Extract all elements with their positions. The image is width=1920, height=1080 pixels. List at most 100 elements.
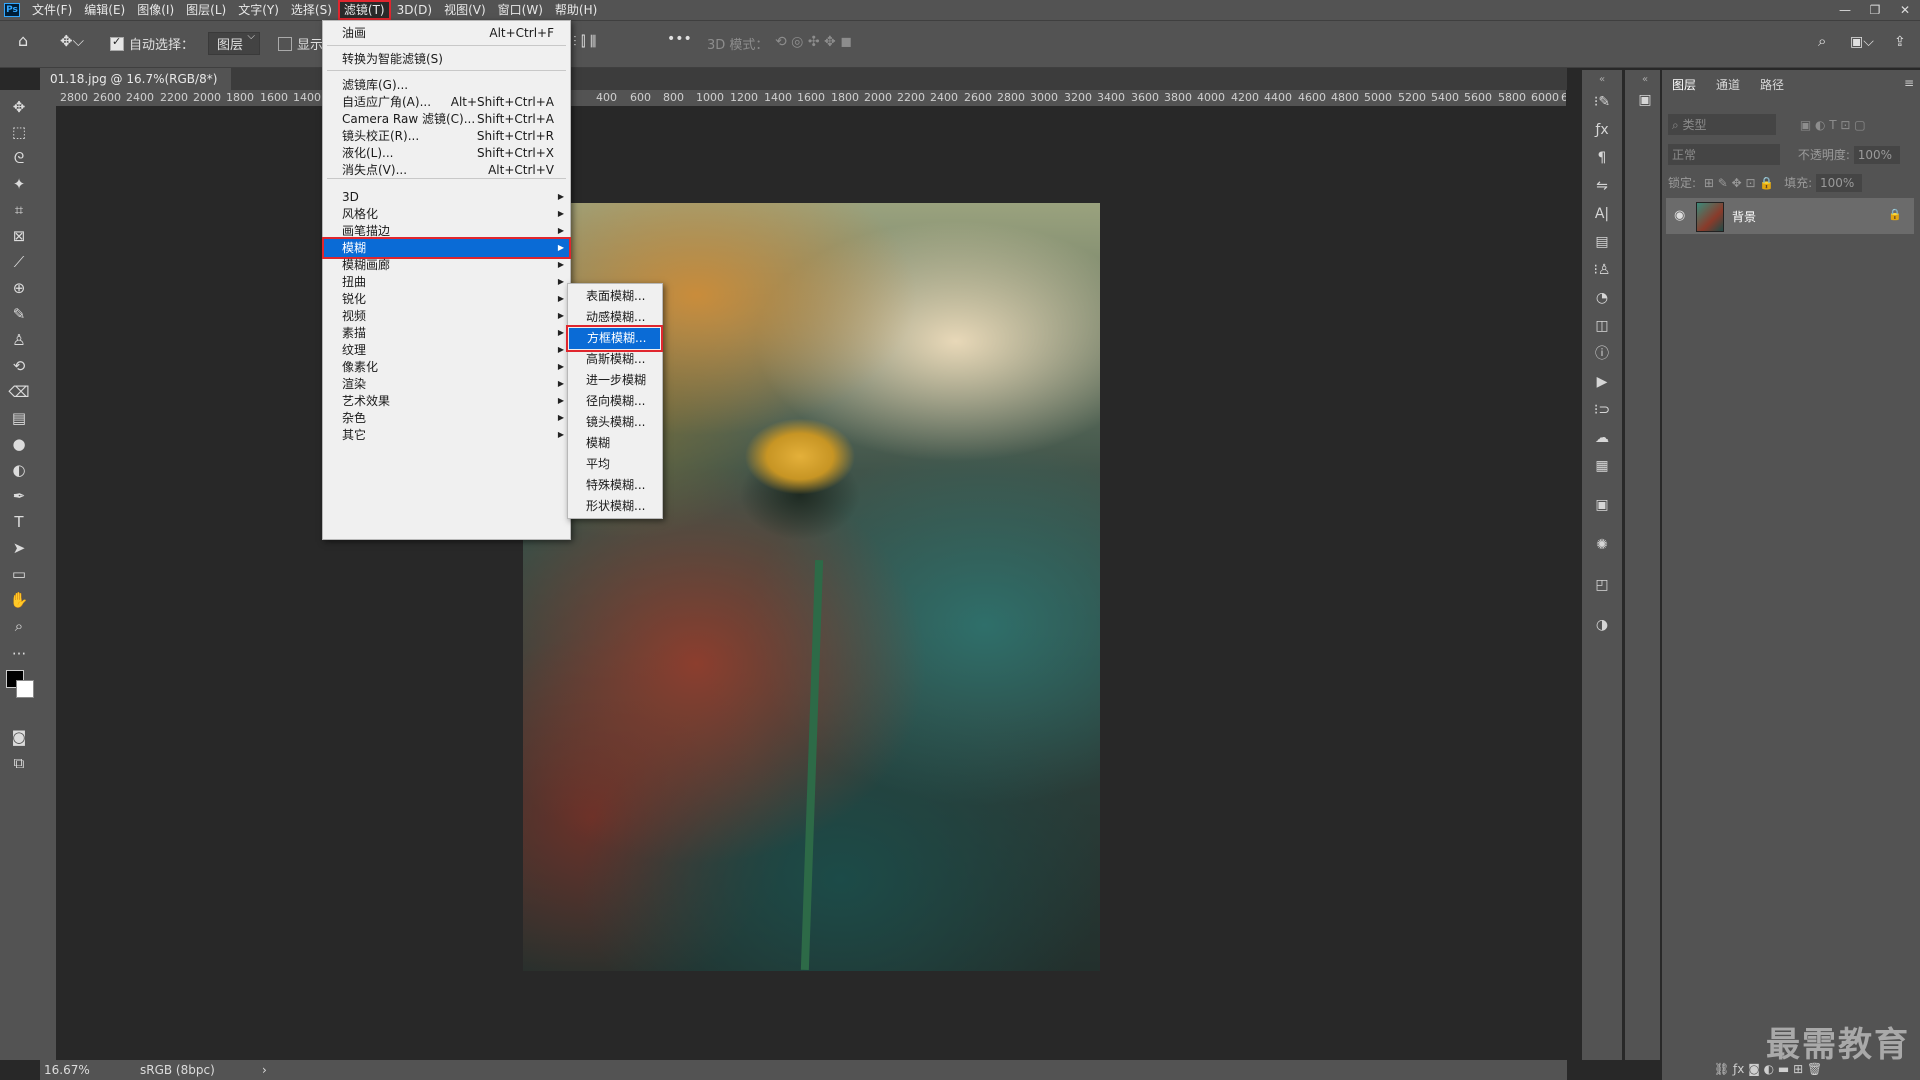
menu-image[interactable]: 图像(I) xyxy=(131,0,180,20)
restore-button[interactable]: ❐ xyxy=(1860,0,1890,20)
crop-tool-icon[interactable]: ⌗ xyxy=(8,199,30,221)
table-icon[interactable]: ▦ xyxy=(1592,456,1612,476)
filter-menu-item-vanishing-point[interactable]: 消失点(V)... Alt+Ctrl+V xyxy=(323,160,570,180)
collapse-icon[interactable]: « xyxy=(1592,70,1612,90)
eraser-tool-icon[interactable]: ⌫ xyxy=(8,381,30,403)
background-color-swatch[interactable] xyxy=(16,680,34,698)
menu-view[interactable]: 视图(V) xyxy=(438,0,492,20)
blur-submenu-item-average[interactable]: 平均 xyxy=(568,454,662,475)
visibility-eye-icon[interactable]: ◉ xyxy=(1674,208,1685,223)
blur-submenu-item-motion-blur[interactable]: 动感模糊... xyxy=(568,307,662,328)
blur-submenu-item-gaussian-blur[interactable]: 高斯模糊... xyxy=(568,349,662,370)
fill-input[interactable]: 100% xyxy=(1816,174,1862,192)
layer-filter-dropdown[interactable]: ⌕ 类型 xyxy=(1668,114,1776,135)
photoshop-logo[interactable]: Ps xyxy=(4,3,20,17)
blur-submenu-item-lens-blur[interactable]: 镜头模糊... xyxy=(568,412,662,433)
share-icon[interactable]: ⇪ xyxy=(1894,34,1906,50)
more-tools-icon[interactable]: ··· xyxy=(8,643,30,665)
search-icon[interactable]: ⌕ xyxy=(1818,32,1826,50)
eyedropper-tool-icon[interactable]: ⟋ xyxy=(8,251,30,273)
gradient-tool-icon[interactable]: ▤ xyxy=(8,407,30,429)
path-selection-tool-icon[interactable]: ➤ xyxy=(8,537,30,559)
tool-presets-icon[interactable]: ◫ xyxy=(1592,316,1612,336)
timeline-icon[interactable]: ◰ xyxy=(1592,575,1612,595)
status-expand-icon[interactable]: › xyxy=(262,1060,267,1080)
menu-help[interactable]: 帮助(H) xyxy=(549,0,603,20)
filter-menu-item-oil-paint[interactable]: 油画 Alt+Ctrl+F xyxy=(323,23,570,43)
paths-icon[interactable]: ⁝⊃ xyxy=(1592,400,1612,420)
menu-select[interactable]: 选择(S) xyxy=(285,0,338,20)
quick-mask-icon[interactable]: ◙ xyxy=(8,726,30,748)
navigator-icon[interactable]: ✺ xyxy=(1592,535,1612,555)
move-tool-icon[interactable]: ✥ xyxy=(8,96,30,118)
blur-submenu-item-radial-blur[interactable]: 径向模糊... xyxy=(568,391,662,412)
brush-tool-icon[interactable]: ✎ xyxy=(8,303,30,325)
menu-window[interactable]: 窗口(W) xyxy=(492,0,549,20)
pen-tool-icon[interactable]: ✒ xyxy=(8,485,30,507)
auto-select-checkbox[interactable] xyxy=(110,35,124,51)
move-tool-preset-icon[interactable]: ✥⌵ xyxy=(60,32,84,50)
blur-tool-icon[interactable]: ● xyxy=(8,433,30,455)
show-transform-checkbox[interactable] xyxy=(278,37,292,51)
menu-filter[interactable]: 滤镜(T) xyxy=(337,0,391,20)
3d-mode-icons[interactable]: ⟲ ◎ ✣ ✥ ◼ xyxy=(775,34,852,50)
actions-icon[interactable]: ▶ xyxy=(1592,372,1612,392)
layer-filter-icons[interactable]: ▣ ◐ T ⊡ ▢ xyxy=(1800,118,1866,132)
zoom-level[interactable]: 16.67% xyxy=(44,1060,90,1080)
tab-channels[interactable]: 通道 xyxy=(1706,74,1750,96)
layer-row-background[interactable]: ◉ 背景 🔒 xyxy=(1666,198,1914,234)
blur-submenu-item-box-blur[interactable]: 方框模糊... xyxy=(566,325,663,352)
screen-mode-icon[interactable]: ⧉ xyxy=(8,752,30,774)
type-tool-icon[interactable]: T xyxy=(8,511,30,533)
magic-wand-tool-icon[interactable]: ✦ xyxy=(8,173,30,195)
adjustments-icon[interactable]: ⇋ xyxy=(1592,176,1612,196)
paragraph-icon[interactable]: ¶ xyxy=(1592,148,1612,168)
auto-select-dropdown[interactable]: 图层 xyxy=(208,31,261,55)
libraries-icon[interactable]: ▤ xyxy=(1592,232,1612,252)
hand-tool-icon[interactable]: ✋ xyxy=(8,589,30,611)
lock-icons[interactable]: ⊞ ✎ ✥ ⊡ 🔒 xyxy=(1704,176,1774,190)
lasso-tool-icon[interactable]: ᘓ xyxy=(8,147,30,169)
tab-paths[interactable]: 路径 xyxy=(1750,74,1794,96)
collapse-icon-2[interactable]: « xyxy=(1635,70,1655,90)
menu-type[interactable]: 文字(Y) xyxy=(232,0,285,20)
minimize-button[interactable]: — xyxy=(1830,0,1860,20)
align-icons[interactable]: ⫶ ⫿ ⫼ xyxy=(573,34,596,50)
document-tab[interactable]: 01.18.jpg @ 16.7%(RGB/8*) × xyxy=(40,68,231,108)
menu-edit[interactable]: 编辑(E) xyxy=(78,0,131,20)
marquee-tool-icon[interactable]: ⬚ xyxy=(8,121,30,143)
blur-submenu-item-shape-blur[interactable]: 形状模糊... xyxy=(568,496,662,517)
menu-file[interactable]: 文件(F) xyxy=(26,0,78,20)
blur-submenu-item-surface-blur[interactable]: 表面模糊... xyxy=(568,286,662,307)
workspace-icon[interactable]: ▣⌵ xyxy=(1850,34,1874,50)
blur-submenu-item-blur-more[interactable]: 进一步模糊 xyxy=(568,370,662,391)
tab-layers[interactable]: 图层 xyxy=(1662,74,1707,96)
more-options-icon[interactable]: ••• xyxy=(667,31,692,47)
notes-icon[interactable]: ▣ xyxy=(1592,495,1612,515)
panel-menu-icon[interactable]: ≡ xyxy=(1904,76,1914,90)
color-icon[interactable]: ◑ xyxy=(1592,615,1612,635)
opacity-input[interactable]: 100% xyxy=(1853,146,1900,164)
filter-menu-item-other[interactable]: 其它 ▶ xyxy=(323,425,570,445)
home-icon[interactable]: ⌂ xyxy=(18,31,28,50)
blend-mode-dropdown[interactable]: 正常 xyxy=(1668,144,1780,165)
zoom-tool-icon[interactable]: ⌕ xyxy=(8,615,30,637)
history-brush-tool-icon[interactable]: ⟲ xyxy=(8,355,30,377)
info-icon[interactable]: ⓘ xyxy=(1592,344,1612,364)
blur-submenu-item-smart-blur[interactable]: 特殊模糊... xyxy=(568,475,662,496)
properties-icon[interactable]: ▣ xyxy=(1635,90,1655,110)
rectangle-tool-icon[interactable]: ▭ xyxy=(8,563,30,585)
filter-menu-item-convert-smart-filter[interactable]: 转换为智能滤镜(S) xyxy=(323,49,570,69)
character-icon[interactable]: A| xyxy=(1592,204,1612,224)
frame-tool-icon[interactable]: ⊠ xyxy=(8,225,30,247)
dodge-tool-icon[interactable]: ◐ xyxy=(8,459,30,481)
clone-source-icon[interactable]: ⁝♙ xyxy=(1592,260,1612,280)
history-icon[interactable]: ◔ xyxy=(1592,288,1612,308)
brush-settings-icon[interactable]: ⁝✎ xyxy=(1592,92,1612,112)
3d-icon[interactable]: ☁ xyxy=(1592,428,1612,448)
close-button[interactable]: ✕ xyxy=(1890,0,1920,20)
healing-brush-tool-icon[interactable]: ⊕ xyxy=(8,277,30,299)
menu-layer[interactable]: 图层(L) xyxy=(180,0,232,20)
blur-submenu-item-blur[interactable]: 模糊 xyxy=(568,433,662,454)
menu-3d[interactable]: 3D(D) xyxy=(391,0,438,20)
